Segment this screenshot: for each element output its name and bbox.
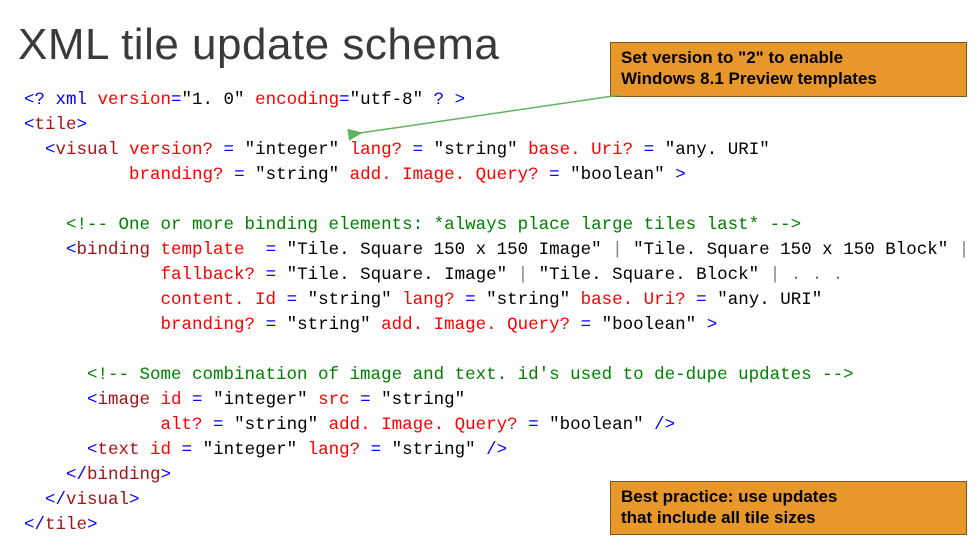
callout-text: Windows 8.1 Preview templates [621, 69, 877, 88]
page-title: XML tile update schema [18, 20, 499, 70]
code-block: <? xml version="1. 0" encoding="utf-8" ?… [24, 88, 979, 538]
callout-text: Set version to "2" to enable [621, 48, 843, 67]
